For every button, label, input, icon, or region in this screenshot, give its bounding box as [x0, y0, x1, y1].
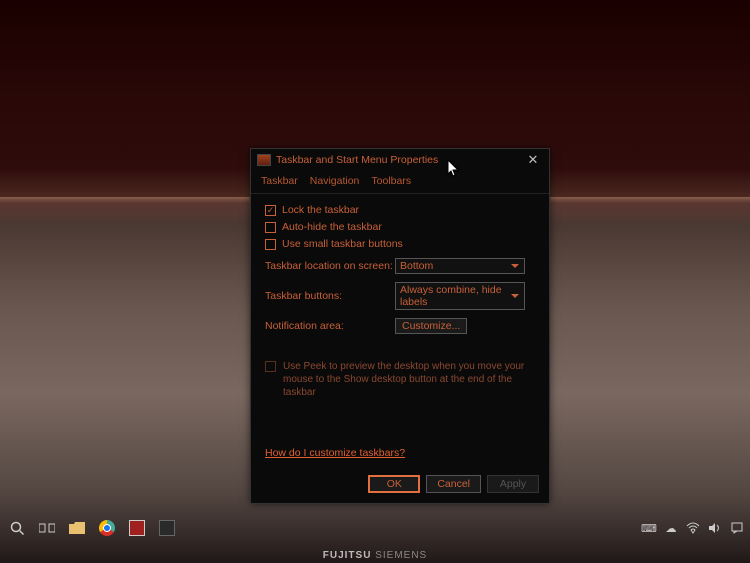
taskview-icon[interactable] — [34, 515, 60, 541]
explorer-icon[interactable] — [64, 515, 90, 541]
checkbox-small[interactable] — [265, 239, 276, 250]
location-label: Taskbar location on screen: — [265, 260, 395, 272]
dialog-titlebar[interactable]: Taskbar and Start Menu Properties ✕ — [251, 149, 549, 171]
dialog-title: Taskbar and Start Menu Properties — [276, 154, 523, 166]
app-icon — [257, 154, 271, 166]
tab-content: ✓ Lock the taskbar Auto-hide the taskbar… — [251, 194, 549, 463]
lock-label: Lock the taskbar — [282, 204, 359, 216]
tab-strip: Taskbar Navigation Toolbars — [251, 171, 549, 194]
chrome-icon[interactable] — [94, 515, 120, 541]
tab-taskbar[interactable]: Taskbar — [261, 175, 298, 187]
system-tray[interactable]: ⌨ ☁ — [640, 519, 746, 537]
cancel-button[interactable]: Cancel — [426, 475, 481, 493]
search-icon[interactable] — [4, 515, 30, 541]
monitor-brand: FUJITSU SIEMENS — [0, 550, 750, 561]
onedrive-icon[interactable]: ☁ — [662, 519, 680, 537]
keyboard-icon[interactable]: ⌨ — [640, 519, 658, 537]
taskbar-properties-dialog: Taskbar and Start Menu Properties ✕ Task… — [250, 148, 550, 504]
lock-taskbar-row[interactable]: ✓ Lock the taskbar — [265, 204, 535, 216]
dialog-button-row: OK Cancel Apply — [251, 467, 549, 503]
taskbar[interactable]: ⌨ ☁ — [0, 513, 750, 543]
checkbox-lock[interactable]: ✓ — [265, 205, 276, 216]
volume-icon[interactable] — [706, 519, 724, 537]
tab-navigation[interactable]: Navigation — [310, 175, 360, 187]
customize-button[interactable]: Customize... — [395, 318, 467, 334]
app-dark-icon[interactable] — [154, 515, 180, 541]
small-label: Use small taskbar buttons — [282, 238, 403, 250]
wifi-icon[interactable] — [684, 519, 702, 537]
autohide-row[interactable]: Auto-hide the taskbar — [265, 221, 535, 233]
autohide-label: Auto-hide the taskbar — [282, 221, 382, 233]
buttons-dropdown[interactable]: Always combine, hide labels — [395, 282, 525, 310]
small-buttons-row[interactable]: Use small taskbar buttons — [265, 238, 535, 250]
peek-label: Use Peek to preview the desktop when you… — [283, 361, 524, 398]
notifications-icon[interactable] — [728, 519, 746, 537]
tab-toolbars[interactable]: Toolbars — [371, 175, 411, 187]
apply-button[interactable]: Apply — [487, 475, 539, 493]
checkbox-peek[interactable] — [265, 361, 276, 372]
buttons-row: Taskbar buttons: Always combine, hide la… — [265, 282, 535, 310]
app-red-icon[interactable] — [124, 515, 150, 541]
notification-row: Notification area: Customize... — [265, 318, 535, 334]
notification-label: Notification area: — [265, 320, 395, 332]
location-dropdown[interactable]: Bottom — [395, 258, 525, 274]
buttons-label: Taskbar buttons: — [265, 290, 395, 302]
help-link[interactable]: How do I customize taskbars? — [265, 447, 405, 459]
peek-option[interactable]: Use Peek to preview the desktop when you… — [265, 360, 535, 399]
location-row: Taskbar location on screen: Bottom — [265, 258, 535, 274]
ok-button[interactable]: OK — [368, 475, 420, 493]
peek-section: Use Peek to preview the desktop when you… — [265, 352, 535, 407]
checkbox-autohide[interactable] — [265, 222, 276, 233]
close-button[interactable]: ✕ — [523, 150, 543, 170]
